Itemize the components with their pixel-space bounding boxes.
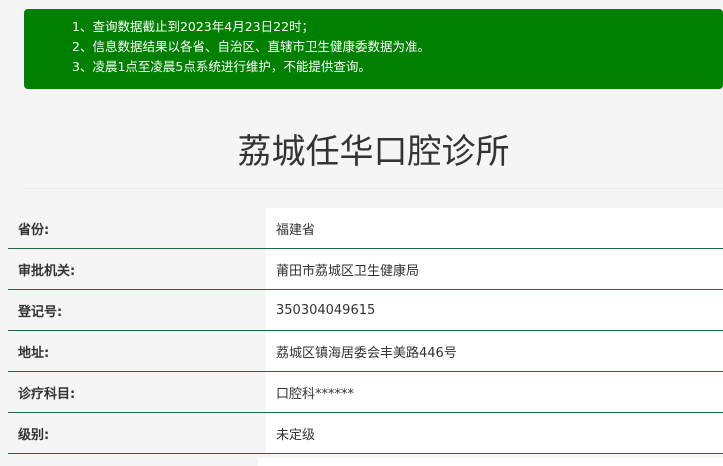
approval-authority-value: 莆田市荔城区卫生健康局 (266, 248, 723, 290)
level-label: 级别: (8, 412, 266, 454)
info-table: 省份: 福建省 审批机关: 莆田市荔城区卫生健康局 登记号: 350304049… (8, 208, 723, 454)
notice-line-1: 1、查询数据截止到2023年4月23日22时； (72, 19, 315, 34)
table-row-registration-number: 登记号: 350304049615 (8, 289, 723, 331)
table-row-departments: 诊疗科目: 口腔科****** (8, 371, 723, 413)
registration-number-value: 350304049615 (266, 289, 723, 331)
province-value: 福建省 (266, 208, 723, 249)
level-value: 未定级 (266, 412, 723, 454)
province-label: 省份: (8, 208, 266, 249)
page-title: 荔城任华口腔诊所 (237, 132, 510, 172)
registration-number-label: 登记号: (8, 289, 266, 331)
next-row-fragment (258, 458, 723, 466)
address-value: 荔城区镇海居委会丰美路446号 (266, 330, 723, 372)
notice-banner: 1、查询数据截止到2023年4月23日22时； 2、信息数据结果以各省、自治区、… (24, 9, 723, 89)
departments-value: 口腔科****** (266, 371, 723, 413)
address-label: 地址: (8, 330, 266, 372)
table-row-approval-authority: 审批机关: 莆田市荔城区卫生健康局 (8, 248, 723, 290)
title-divider (24, 188, 723, 189)
notice-line-3: 3、凌晨1点至凌晨5点系统进行维护，不能提供查询。 (72, 59, 371, 74)
table-row-province: 省份: 福建省 (8, 208, 723, 249)
approval-authority-label: 审批机关: (8, 248, 266, 290)
departments-label: 诊疗科目: (8, 371, 266, 413)
table-row-level: 级别: 未定级 (8, 412, 723, 454)
table-row-address: 地址: 荔城区镇海居委会丰美路446号 (8, 330, 723, 372)
notice-line-2: 2、信息数据结果以各省、自治区、直辖市卫生健康委数据为准。 (72, 39, 430, 54)
